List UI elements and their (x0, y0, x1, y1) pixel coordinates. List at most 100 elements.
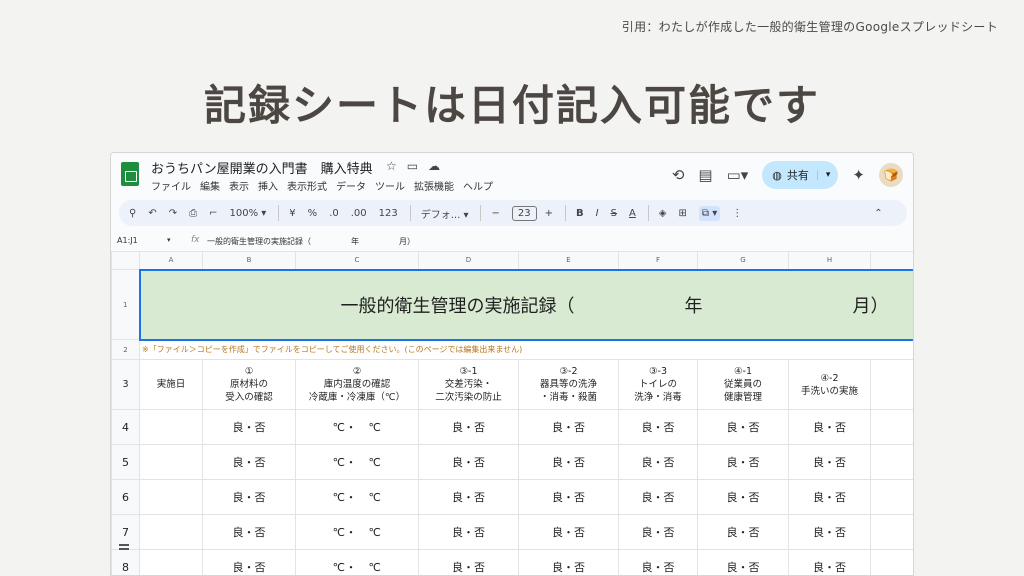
menu-view[interactable]: 表示 (229, 182, 249, 193)
collapse-toolbar-icon[interactable]: ⌃ (874, 208, 882, 219)
paint-format-icon[interactable]: ⌐ (209, 208, 217, 219)
formula-input[interactable]: 一般的衛生管理の実施記録（ 年 月） (207, 236, 415, 247)
currency-button[interactable]: ¥ (289, 208, 295, 219)
column-header[interactable]: G (697, 251, 789, 270)
more-options-icon[interactable]: ⋮ (732, 208, 742, 219)
empty-cell[interactable] (870, 479, 913, 515)
empty-cell[interactable] (870, 514, 913, 550)
date-cell[interactable] (139, 479, 203, 515)
redo-icon[interactable]: ↷ (169, 208, 177, 219)
move-folder-icon[interactable]: ▭ (407, 159, 418, 173)
check-cell[interactable]: 良・否 (618, 444, 698, 480)
row-header[interactable]: 2 (111, 339, 140, 360)
header-cell[interactable]: ① 原材料の 受入の確認 (202, 359, 296, 410)
history-icon[interactable]: ⟲ (672, 166, 685, 184)
check-cell[interactable]: 良・否 (697, 444, 789, 480)
frozen-row-handle[interactable] (119, 548, 129, 550)
column-header[interactable]: E (518, 251, 619, 270)
check-cell[interactable]: 良・否 (618, 479, 698, 515)
row-header[interactable]: 5 (111, 444, 140, 480)
fill-color-icon[interactable]: ◈ (659, 208, 667, 219)
menu-format[interactable]: 表示形式 (287, 182, 327, 193)
borders-icon[interactable]: ⊞ (678, 208, 686, 219)
notice-cell[interactable]: ※「ファイル＞コピーを作成」でファイルをコピーしてご使用ください。(このページで… (139, 339, 913, 360)
meet-icon[interactable]: ▭▾ (727, 166, 749, 184)
italic-button[interactable]: I (596, 208, 599, 219)
frozen-row-handle[interactable] (119, 544, 129, 546)
date-cell[interactable] (139, 409, 203, 445)
decrease-decimal-button[interactable]: .0 (329, 208, 339, 219)
row-header[interactable]: 6 (111, 479, 140, 515)
empty-cell[interactable] (870, 409, 913, 445)
empty-cell[interactable] (870, 444, 913, 480)
menu-edit[interactable]: 編集 (200, 182, 220, 193)
check-cell[interactable]: 良・否 (202, 549, 296, 575)
bold-button[interactable]: B (576, 208, 584, 219)
check-cell[interactable]: 良・否 (202, 479, 296, 515)
date-cell[interactable] (139, 514, 203, 550)
date-cell[interactable] (139, 444, 203, 480)
comment-icon[interactable]: ▤ (698, 166, 712, 184)
column-header[interactable] (870, 251, 913, 270)
undo-icon[interactable]: ↶ (148, 208, 156, 219)
header-cell[interactable]: ③-1 交差汚染・ 二次汚染の防止 (418, 359, 519, 410)
column-header[interactable]: D (418, 251, 519, 270)
sheets-logo-icon[interactable] (121, 162, 139, 186)
header-cell[interactable]: ④-2 手洗いの実施 (788, 359, 871, 410)
check-cell[interactable]: 良・否 (788, 444, 871, 480)
number-format-button[interactable]: 123 (379, 208, 398, 219)
check-cell[interactable]: 良・否 (788, 409, 871, 445)
check-cell[interactable]: 良・否 (518, 549, 619, 575)
title-cell[interactable]: 一般的衛生管理の実施記録（ 年 月） (138, 268, 913, 341)
empty-cell[interactable] (870, 359, 913, 410)
menu-tools[interactable]: ツール (375, 182, 405, 193)
menu-help[interactable]: ヘルプ (463, 182, 493, 193)
cloud-status-icon[interactable]: ☁ (428, 159, 440, 173)
temp-cell[interactable]: ℃・ ℃ (295, 444, 419, 480)
column-header[interactable]: A (139, 251, 203, 270)
row-header[interactable]: 4 (111, 409, 140, 445)
check-cell[interactable]: 良・否 (618, 549, 698, 575)
star-icon[interactable]: ☆ (386, 159, 397, 173)
temp-cell[interactable]: ℃・ ℃ (295, 409, 419, 445)
check-cell[interactable]: 良・否 (788, 514, 871, 550)
merge-cells-icon[interactable]: ⧉ ▾ (698, 205, 721, 221)
column-header[interactable]: C (295, 251, 419, 270)
strikethrough-button[interactable]: S (611, 208, 617, 219)
share-dropdown-icon[interactable]: ▾ (816, 170, 839, 180)
temp-cell[interactable]: ℃・ ℃ (295, 479, 419, 515)
menu-extensions[interactable]: 拡張機能 (414, 182, 454, 193)
print-icon[interactable]: ⎙ (189, 208, 197, 219)
select-all-corner[interactable] (111, 251, 140, 270)
name-box-dropdown-icon[interactable]: ▾ (167, 236, 171, 244)
check-cell[interactable]: 良・否 (418, 409, 519, 445)
menu-insert[interactable]: 挿入 (258, 182, 278, 193)
font-size-decrease-icon[interactable]: − (491, 208, 499, 219)
check-cell[interactable]: 良・否 (697, 409, 789, 445)
check-cell[interactable]: 良・否 (418, 479, 519, 515)
date-cell[interactable] (139, 549, 203, 575)
header-cell[interactable]: 実施日 (139, 359, 203, 410)
column-header[interactable]: B (202, 251, 296, 270)
check-cell[interactable]: 良・否 (418, 514, 519, 550)
menu-data[interactable]: データ (336, 182, 366, 193)
row-header[interactable]: 8 (111, 549, 140, 575)
search-icon[interactable]: ⚲ (129, 208, 136, 219)
check-cell[interactable]: 良・否 (518, 514, 619, 550)
menu-file[interactable]: ファイル (151, 182, 191, 193)
header-cell[interactable]: ③-3 トイレの 洗浄・消毒 (618, 359, 698, 410)
percent-button[interactable]: % (308, 208, 318, 219)
check-cell[interactable]: 良・否 (788, 479, 871, 515)
check-cell[interactable]: 良・否 (202, 444, 296, 480)
font-select[interactable]: デフォ... ▾ (421, 206, 469, 221)
check-cell[interactable]: 良・否 (697, 514, 789, 550)
header-cell[interactable]: ④-1 従業員の 健康管理 (697, 359, 789, 410)
check-cell[interactable]: 良・否 (418, 444, 519, 480)
check-cell[interactable]: 良・否 (518, 409, 619, 445)
gemini-icon[interactable]: ✦ (852, 166, 865, 184)
temp-cell[interactable]: ℃・ ℃ (295, 514, 419, 550)
row-header[interactable]: 3 (111, 359, 140, 410)
check-cell[interactable]: 良・否 (418, 549, 519, 575)
avatar[interactable]: 🍞 (879, 163, 903, 187)
share-button[interactable]: ◍ 共有 ▾ (762, 161, 839, 189)
